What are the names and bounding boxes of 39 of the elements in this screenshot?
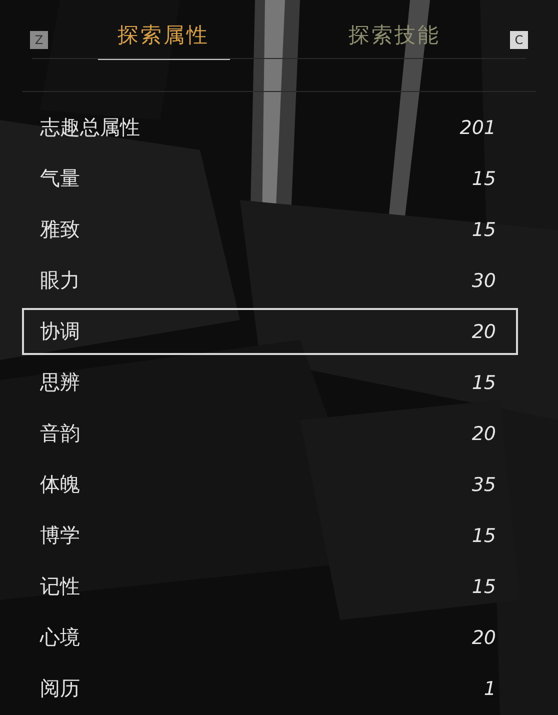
- attribute-value: 15: [472, 576, 496, 598]
- attribute-value: 201: [460, 116, 496, 138]
- attribute-name: 记性: [40, 573, 80, 600]
- attribute-value: 20: [472, 422, 496, 444]
- attribute-name: 阅历: [40, 675, 80, 702]
- attribute-row[interactable]: 眼力 30: [22, 257, 518, 304]
- attribute-row[interactable]: 博学 15: [22, 512, 518, 559]
- attribute-name: 眼力: [40, 267, 80, 294]
- attribute-name: 博学: [40, 522, 80, 549]
- attribute-value: 15: [472, 218, 496, 240]
- attribute-value: 1: [484, 678, 496, 700]
- attribute-name: 气量: [40, 165, 80, 192]
- attribute-row[interactable]: 思辨 15: [22, 359, 518, 406]
- attribute-value: 15: [472, 372, 496, 394]
- attribute-row[interactable]: 志趣总属性 201: [22, 104, 518, 151]
- attribute-value: 35: [472, 474, 496, 496]
- attribute-row[interactable]: 气量 15: [22, 155, 518, 202]
- attribute-name: 心境: [40, 624, 80, 651]
- tab[interactable]: 探索技能: [328, 20, 460, 60]
- selected-attribute-row[interactable]: 协调 20: [22, 308, 518, 355]
- attribute-name: 协调: [40, 318, 80, 345]
- attribute-row[interactable]: 体魄 35: [22, 461, 518, 508]
- attribute-row[interactable]: 心境 20: [22, 614, 518, 661]
- attribute-value: 15: [472, 168, 496, 190]
- attribute-name: 志趣总属性: [40, 114, 140, 141]
- attribute-name: 雅致: [40, 216, 80, 243]
- attribute-row[interactable]: 雅致 15: [22, 206, 518, 253]
- attribute-name: 体魄: [40, 471, 80, 498]
- attribute-value: 20: [472, 320, 496, 342]
- attribute-name: 音韵: [40, 420, 80, 447]
- key-hint: Z: [30, 31, 48, 49]
- attribute-value: 20: [472, 626, 496, 648]
- attribute-row[interactable]: 阅历 1: [22, 665, 518, 712]
- attribute-row[interactable]: 记性 15: [22, 563, 518, 610]
- attribute-name: 思辨: [40, 369, 80, 396]
- attribute-row[interactable]: 音韵 20: [22, 410, 518, 457]
- attribute-value: 30: [472, 270, 496, 292]
- attribute-value: 15: [472, 524, 496, 546]
- key-hint: C: [510, 31, 528, 49]
